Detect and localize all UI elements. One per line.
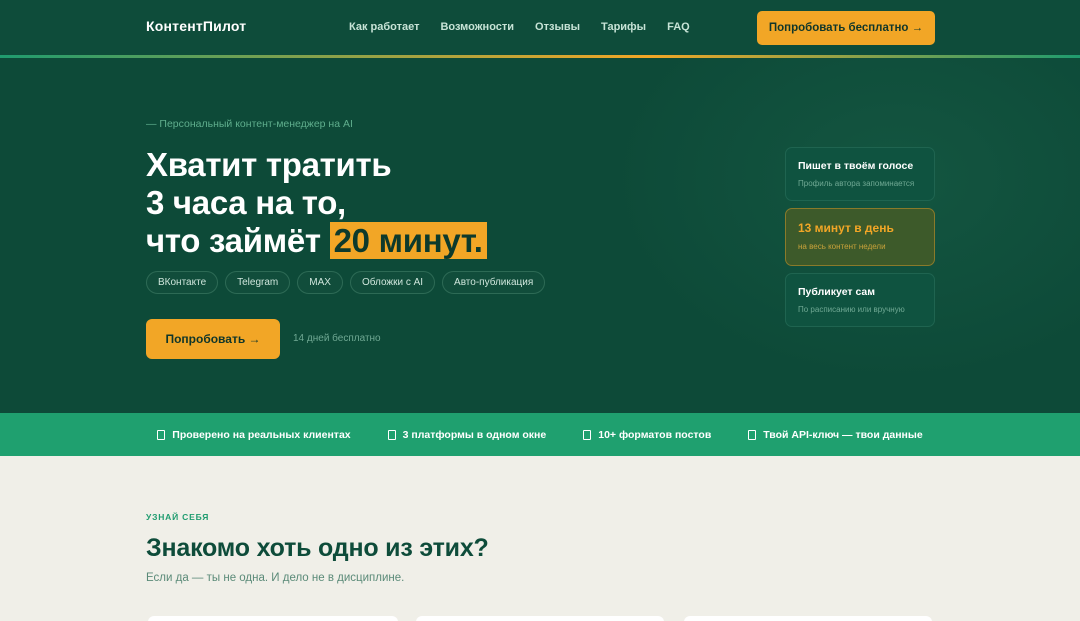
- hero-title-line3: что займёт: [146, 222, 330, 259]
- feature-card-title: Публикует сам: [798, 286, 876, 298]
- benefit-label: Твой API-ключ — твои данные: [763, 428, 923, 441]
- benefit-item: Проверено на реальных клиентах: [157, 428, 351, 441]
- hero-eyebrow: — Персональный контент-менеджер на AI: [146, 118, 353, 130]
- benefits-bar: Проверено на реальных клиентах 3 платфор…: [0, 413, 1080, 456]
- chip-max: MAX: [297, 271, 343, 294]
- main-nav: Как работает Возможности Отзывы Тарифы F…: [349, 21, 690, 33]
- site-header: КонтентПилот Как работает Возможности От…: [0, 0, 1080, 56]
- benefit-item: 3 платформы в одном окне: [387, 428, 547, 441]
- hero-title-line2: 3 часа на то,: [146, 184, 346, 221]
- check-box-icon: [157, 429, 166, 440]
- benefit-label: 3 платформы в одном окне: [402, 428, 547, 441]
- trial-note: 14 дней бесплатно: [293, 333, 381, 344]
- feature-card-time: 13 минут в день на весь контент недели: [785, 208, 935, 266]
- platform-chips: ВКонтакте Telegram MAX Обложки с AI Авто…: [146, 271, 546, 294]
- feature-card-subtitle: По расписанию или вручную: [798, 305, 905, 314]
- nav-link-pricing[interactable]: Тарифы: [601, 21, 646, 33]
- try-free-button[interactable]: Попробовать бесплатно →: [757, 11, 935, 45]
- section-title: Знакомо хоть одно из этих?: [146, 534, 489, 562]
- benefit-label: Проверено на реальных клиентах: [172, 428, 351, 441]
- nav-link-reviews[interactable]: Отзывы: [535, 21, 580, 33]
- chip-telegram: Telegram: [225, 271, 291, 294]
- feature-card-title: Пишет в твоём голосе: [798, 160, 914, 172]
- logo[interactable]: КонтентПилот: [146, 18, 246, 34]
- feature-card-publish: Публикует сам По расписанию или вручную: [785, 273, 935, 327]
- check-box-icon: [583, 429, 592, 440]
- feature-card-subtitle: Профиль автора запоминается: [798, 179, 915, 188]
- try-button[interactable]: Попробовать →: [146, 319, 280, 359]
- benefit-item: 10+ форматов постов: [583, 429, 711, 441]
- nav-link-faq[interactable]: FAQ: [667, 21, 690, 33]
- feature-card-voice: Пишет в твоём голосе Профиль автора запо…: [785, 147, 935, 201]
- hero-section: — Персональный контент-менеджер на AI Хв…: [0, 58, 1080, 413]
- check-box-icon: [748, 429, 757, 440]
- feature-card-title: 13 минут в день: [798, 221, 894, 235]
- hero-title-highlight: 20 минут.: [329, 222, 487, 259]
- section-label: УЗНАЙ СЕБЯ: [146, 512, 210, 522]
- check-box-icon: [387, 429, 396, 440]
- nav-link-features[interactable]: Возможности: [440, 21, 514, 33]
- recognize-section: УЗНАЙ СЕБЯ Знакомо хоть одно из этих? Ес…: [0, 456, 1080, 621]
- chip-vk: ВКонтакте: [146, 271, 219, 294]
- section-subtitle: Если да — ты не одна. И дело не в дисцип…: [146, 572, 405, 584]
- pain-card: [148, 616, 398, 621]
- benefit-label: 10+ форматов постов: [598, 428, 712, 441]
- hero-title-line1: Хватит тратить: [146, 146, 392, 183]
- pain-card: [684, 616, 932, 621]
- chip-ai-covers: Обложки с AI: [349, 271, 436, 294]
- nav-link-how-it-works[interactable]: Как работает: [349, 21, 419, 33]
- benefit-item: Твой API-ключ — твои данные: [748, 428, 923, 441]
- feature-card-subtitle: на весь контент недели: [798, 242, 886, 251]
- hero-title: Хватит тратить 3 часа на то, что займёт …: [146, 146, 487, 260]
- chip-auto-publish: Авто-публикация: [442, 271, 546, 294]
- pain-card: [416, 616, 664, 621]
